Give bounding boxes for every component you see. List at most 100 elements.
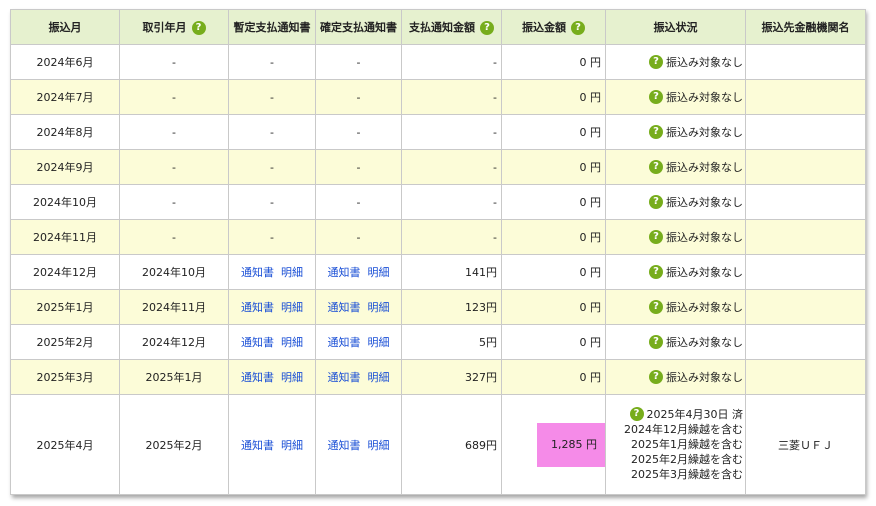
help-icon[interactable]: ? xyxy=(649,55,663,69)
transfer-status-cell: ? 振込み対象なし xyxy=(605,44,746,80)
transfer-amount-cell: 0 円 xyxy=(501,219,606,255)
provisional-detail-link[interactable]: 明細 xyxy=(281,371,303,384)
help-icon[interactable]: ? xyxy=(649,370,663,384)
help-icon[interactable]: ? xyxy=(649,230,663,244)
provisional-notice-link[interactable]: 通知書 xyxy=(241,301,274,314)
transfer-month-cell: 2025年4月 xyxy=(10,394,120,495)
provisional-notice-cell: 通知書 明細 xyxy=(228,324,316,360)
help-icon[interactable]: ? xyxy=(649,125,663,139)
help-icon[interactable]: ? xyxy=(649,160,663,174)
bank-name-cell xyxy=(745,289,866,325)
help-icon[interactable]: ? xyxy=(649,265,663,279)
notice-amount-cell: 5円 xyxy=(401,324,502,360)
header-transaction-month: 取引年月? xyxy=(119,9,229,45)
table-row: 2024年9月 - - - - 0 円 ? 振込み対象なし xyxy=(10,149,866,185)
bank-name-cell xyxy=(745,79,866,115)
transfer-month-cell: 2024年8月 xyxy=(10,114,120,150)
bank-name-cell xyxy=(745,359,866,395)
final-notice-link[interactable]: 通知書 xyxy=(328,371,361,384)
payment-transfer-table: 振込月 取引年月? 暫定支払通知書 確定支払通知書 支払通知金額? 振込金額? … xyxy=(10,9,866,495)
transaction-month-cell: 2025年1月 xyxy=(119,359,229,395)
header-transfer-status: 振込状況 xyxy=(605,9,746,45)
status-text: 2025年2月繰越を含む xyxy=(631,453,743,466)
provisional-detail-link[interactable]: 明細 xyxy=(281,266,303,279)
final-detail-link[interactable]: 明細 xyxy=(368,336,390,349)
provisional-detail-link[interactable]: 明細 xyxy=(281,301,303,314)
transfer-month-cell: 2024年11月 xyxy=(10,219,120,255)
provisional-notice-cell: 通知書 明細 xyxy=(228,289,316,325)
payment-table-frame: 振込月 取引年月? 暫定支払通知書 確定支払通知書 支払通知金額? 振込金額? … xyxy=(10,9,866,495)
header-transfer-month: 振込月 xyxy=(10,9,120,45)
final-detail-link[interactable]: 明細 xyxy=(368,439,390,452)
transfer-month-cell: 2024年7月 xyxy=(10,79,120,115)
status-text: 2025年3月繰越を含む xyxy=(631,468,743,481)
final-detail-link[interactable]: 明細 xyxy=(368,371,390,384)
notice-amount-cell: 141円 xyxy=(401,254,502,290)
provisional-notice-cell: - xyxy=(228,79,316,115)
provisional-detail-link[interactable]: 明細 xyxy=(281,439,303,452)
final-detail-link[interactable]: 明細 xyxy=(368,301,390,314)
notice-amount-cell: - xyxy=(401,79,502,115)
transfer-status-cell: ? 振込み対象なし xyxy=(605,184,746,220)
final-notice-cell: 通知書 明細 xyxy=(315,394,402,495)
provisional-notice-cell: 通知書 明細 xyxy=(228,359,316,395)
provisional-notice-cell: - xyxy=(228,114,316,150)
transfer-amount-cell: 0 円 xyxy=(501,324,606,360)
status-text: 振込み対象なし xyxy=(666,91,743,104)
transfer-status-cell: ? 振込み対象なし xyxy=(605,79,746,115)
help-icon[interactable]: ? xyxy=(480,21,494,35)
transaction-month-cell: - xyxy=(119,114,229,150)
transaction-month-cell: - xyxy=(119,44,229,80)
bank-name-cell xyxy=(745,254,866,290)
bank-name-cell xyxy=(745,184,866,220)
transfer-amount-cell: 0 円 xyxy=(501,254,606,290)
status-text: 振込み対象なし xyxy=(666,231,743,244)
header-notice-amount: 支払通知金額? xyxy=(401,9,502,45)
bank-name-cell xyxy=(745,44,866,80)
bank-name-cell xyxy=(745,219,866,255)
final-notice-cell: - xyxy=(315,149,402,185)
final-notice-cell: - xyxy=(315,184,402,220)
transfer-month-cell: 2025年1月 xyxy=(10,289,120,325)
help-icon[interactable]: ? xyxy=(629,407,644,421)
provisional-notice-cell: - xyxy=(228,184,316,220)
highlighted-transfer-amount: 1,285 円 xyxy=(537,422,605,467)
status-text: 振込み対象なし xyxy=(666,266,743,279)
table-row: 2024年12月 2024年10月 通知書 明細 通知書 明細 141円 0 円 ?… xyxy=(10,254,866,290)
help-icon[interactable]: ? xyxy=(649,300,663,314)
final-notice-link[interactable]: 通知書 xyxy=(328,439,361,452)
final-notice-link[interactable]: 通知書 xyxy=(328,301,361,314)
table-row: 2024年11月 - - - - 0 円 ? 振込み対象なし xyxy=(10,219,866,255)
header-provisional-notice: 暫定支払通知書 xyxy=(228,9,316,45)
help-icon[interactable]: ? xyxy=(649,90,663,104)
provisional-notice-cell: - xyxy=(228,149,316,185)
transfer-amount-cell: 0 円 xyxy=(501,79,606,115)
help-icon[interactable]: ? xyxy=(649,195,663,209)
transaction-month-cell: - xyxy=(119,79,229,115)
transfer-amount-cell: 0 円 xyxy=(501,289,606,325)
final-detail-link[interactable]: 明細 xyxy=(368,266,390,279)
transfer-amount-cell: 0 円 xyxy=(501,184,606,220)
transaction-month-cell: - xyxy=(119,184,229,220)
transfer-month-cell: 2024年9月 xyxy=(10,149,120,185)
final-notice-cell: 通知書 明細 xyxy=(315,289,402,325)
help-icon[interactable]: ? xyxy=(191,21,206,35)
final-notice-link[interactable]: 通知書 xyxy=(328,266,361,279)
help-icon[interactable]: ? xyxy=(649,335,663,349)
provisional-notice-link[interactable]: 通知書 xyxy=(241,336,274,349)
notice-amount-cell: 327円 xyxy=(401,359,502,395)
final-notice-link[interactable]: 通知書 xyxy=(328,336,361,349)
provisional-notice-link[interactable]: 通知書 xyxy=(241,266,274,279)
provisional-notice-link[interactable]: 通知書 xyxy=(241,439,274,452)
help-icon[interactable]: ? xyxy=(571,21,585,35)
provisional-detail-link[interactable]: 明細 xyxy=(281,336,303,349)
table-row: 2025年2月 2024年12月 通知書 明細 通知書 明細 5円 0 円 ? 振込み… xyxy=(10,324,866,360)
transaction-month-cell: 2024年10月 xyxy=(119,254,229,290)
final-notice-cell: 通知書 明細 xyxy=(315,359,402,395)
notice-amount-cell: 123円 xyxy=(401,289,502,325)
transfer-status-cell: ? 振込み対象なし xyxy=(605,289,746,325)
transfer-status-cell: ? 振込み対象なし xyxy=(605,219,746,255)
notice-amount-cell: 689円 xyxy=(401,394,502,495)
provisional-notice-link[interactable]: 通知書 xyxy=(241,371,274,384)
table-header-row: 振込月 取引年月? 暫定支払通知書 確定支払通知書 支払通知金額? 振込金額? … xyxy=(10,9,866,45)
